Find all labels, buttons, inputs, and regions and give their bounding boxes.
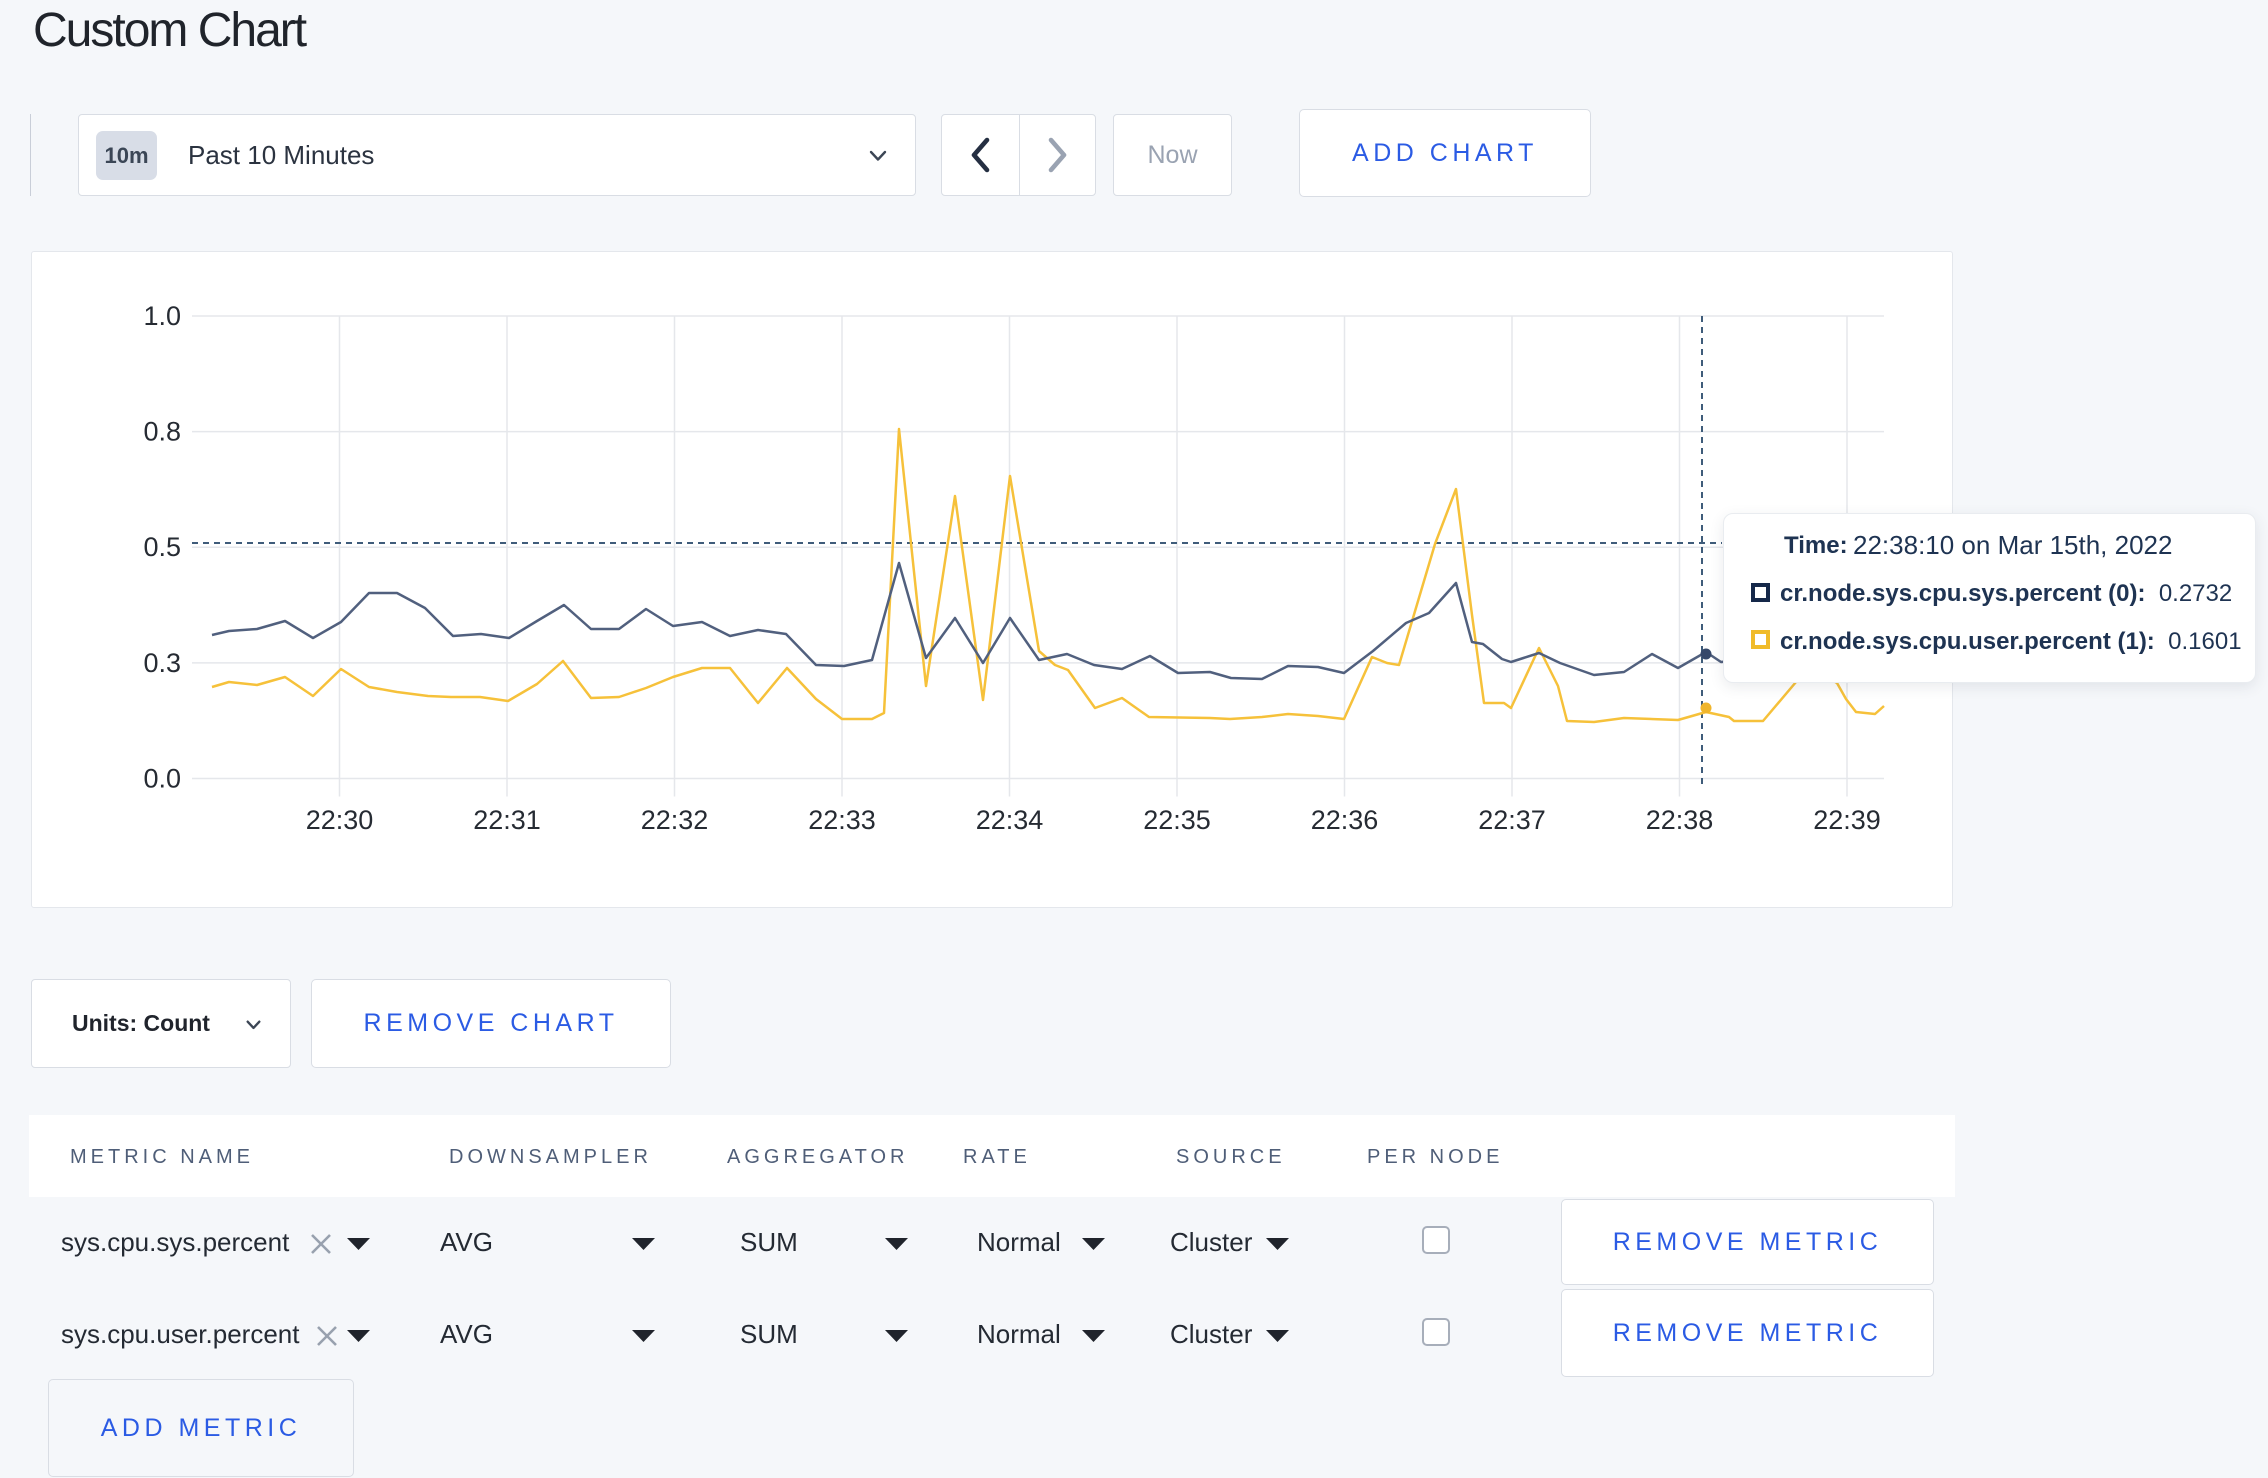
svg-text:22:35: 22:35: [1143, 805, 1211, 835]
svg-text:22:30: 22:30: [306, 805, 374, 835]
svg-text:22:36: 22:36: [1311, 805, 1379, 835]
svg-text:22:38: 22:38: [1646, 805, 1714, 835]
svg-text:0.0: 0.0: [143, 764, 181, 794]
svg-text:22:31: 22:31: [473, 805, 541, 835]
svg-text:22:37: 22:37: [1478, 805, 1546, 835]
svg-text:22:39: 22:39: [1813, 805, 1881, 835]
svg-text:22:33: 22:33: [808, 805, 876, 835]
svg-text:1.0: 1.0: [143, 301, 181, 331]
svg-text:0.8: 0.8: [143, 417, 181, 447]
svg-text:0.3: 0.3: [143, 648, 181, 678]
svg-text:22:32: 22:32: [641, 805, 709, 835]
svg-text:0.5: 0.5: [143, 532, 181, 562]
svg-text:22:34: 22:34: [976, 805, 1044, 835]
